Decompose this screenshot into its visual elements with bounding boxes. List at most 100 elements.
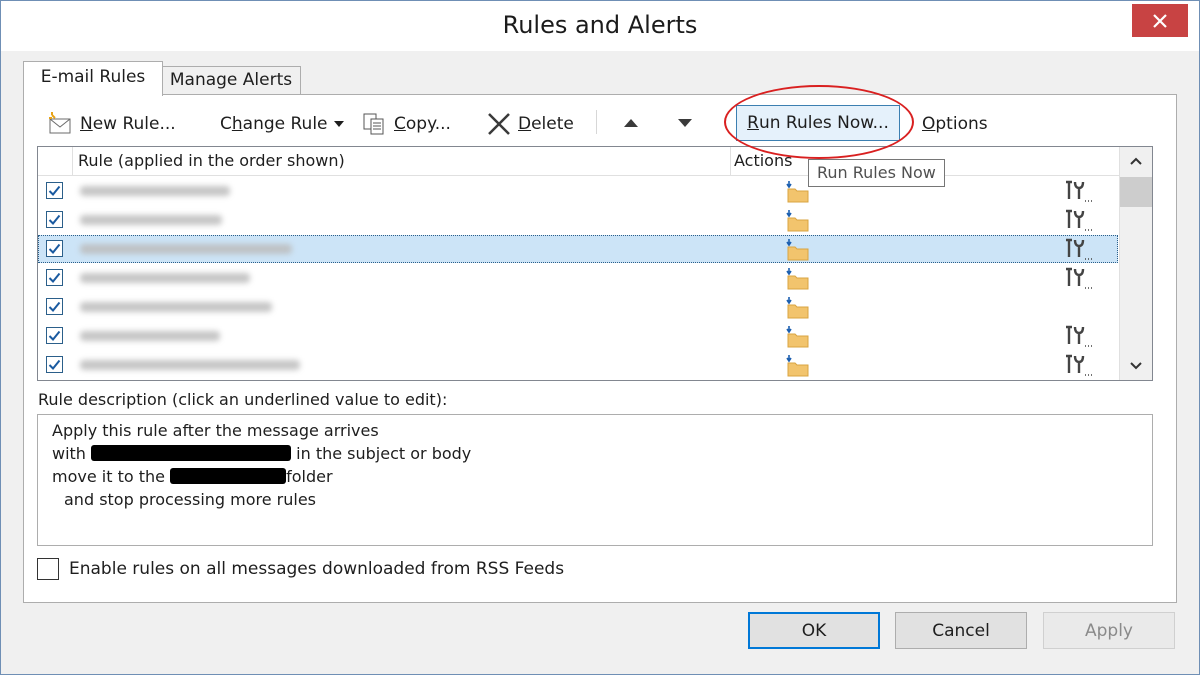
rule-name-obscured — [80, 244, 292, 254]
change-rule-button[interactable]: Ch ange Rule — [220, 108, 346, 140]
redacted-value[interactable] — [91, 445, 292, 461]
options-label: ptions — [935, 114, 988, 134]
options-button[interactable]: Options — [922, 108, 988, 140]
description-text: folder — [286, 467, 333, 486]
checkmark-icon — [48, 272, 61, 283]
rule-enabled-checkbox[interactable] — [46, 240, 63, 257]
description-line: and stop processing more rules — [64, 490, 317, 509]
close-icon — [1153, 13, 1167, 28]
rule-name-obscured — [80, 215, 222, 225]
new-rule-icon — [49, 112, 71, 134]
rule-name-obscured — [80, 331, 220, 341]
move-down-button[interactable] — [674, 111, 696, 135]
checkmark-icon — [48, 214, 61, 225]
rule-name-obscured — [80, 360, 300, 370]
rule-enabled-checkbox[interactable] — [46, 356, 63, 373]
scroll-down-button[interactable] — [1120, 352, 1152, 380]
description-text: move it to the — [52, 467, 165, 486]
rule-description-label: Rule description (click an underlined va… — [38, 390, 448, 409]
rule-row[interactable] — [38, 206, 1118, 234]
move-to-folder-icon — [784, 238, 812, 262]
rule-row[interactable] — [38, 351, 1118, 379]
rule-description-box: Apply this rule after the message arrive… — [37, 414, 1153, 546]
close-button[interactable] — [1132, 4, 1188, 37]
scroll-thumb[interactable] — [1120, 177, 1152, 207]
rule-tools-icon — [1062, 179, 1094, 205]
rule-row[interactable] — [38, 235, 1118, 263]
checkmark-icon — [48, 301, 61, 312]
run-rules-now-button[interactable]: Run Rules Now... — [736, 105, 900, 141]
copy-label: opy... — [405, 114, 451, 134]
rule-tools-icon — [1062, 266, 1094, 292]
move-to-folder-icon — [784, 354, 812, 378]
description-line: with in the subject or body — [52, 443, 471, 465]
rule-tools-icon — [1062, 353, 1094, 379]
tab-email-rules[interactable]: E-mail Rules — [23, 61, 163, 96]
rule-row[interactable] — [38, 293, 1118, 321]
rule-enabled-checkbox[interactable] — [46, 182, 63, 199]
list-header: Rule (applied in the order shown) Action… — [38, 147, 1120, 176]
description-text: with — [52, 444, 86, 463]
triangle-up-icon — [624, 119, 638, 127]
new-rule-mnemonic: N — [80, 114, 93, 134]
new-rule-button[interactable]: New Rule... — [46, 108, 176, 140]
copy-rule-button[interactable]: Copy... — [362, 108, 451, 140]
ok-button[interactable]: OK — [748, 612, 880, 649]
rule-enabled-checkbox[interactable] — [46, 269, 63, 286]
chevron-down-icon — [1130, 362, 1142, 370]
rule-row[interactable] — [38, 177, 1118, 205]
copy-mnemonic: C — [394, 114, 406, 134]
change-rule-label-a: C — [220, 114, 232, 134]
rules-list[interactable]: Rule (applied in the order shown) Action… — [37, 146, 1153, 381]
delete-rule-button[interactable]: Delete — [486, 108, 574, 140]
rule-row[interactable] — [38, 264, 1118, 292]
change-rule-label-b: ange Rule — [242, 114, 328, 134]
rule-row[interactable] — [38, 322, 1118, 350]
column-header-actions[interactable]: Actions — [734, 147, 792, 175]
move-to-folder-icon — [784, 267, 812, 291]
rss-rules-checkbox[interactable] — [37, 558, 59, 580]
delete-label: elete — [531, 114, 574, 134]
rule-name-obscured — [80, 273, 250, 283]
rule-tools-icon — [1062, 237, 1094, 263]
tab-manage-alerts[interactable]: Manage Alerts — [161, 66, 301, 95]
move-to-folder-icon — [784, 209, 812, 233]
run-rules-tooltip: Run Rules Now — [808, 159, 945, 187]
column-header-rule[interactable]: Rule (applied in the order shown) — [78, 147, 345, 175]
redacted-folder[interactable] — [170, 468, 287, 484]
rss-rules-label: Enable rules on all messages downloaded … — [69, 559, 565, 579]
delete-x-icon — [488, 113, 510, 135]
header-divider — [72, 147, 73, 175]
checkmark-icon — [48, 359, 61, 370]
rule-enabled-checkbox[interactable] — [46, 327, 63, 344]
toolbar-separator — [596, 110, 597, 134]
rule-enabled-checkbox[interactable] — [46, 211, 63, 228]
dropdown-arrow-icon — [333, 121, 344, 127]
change-rule-mnemonic: h — [231, 114, 243, 134]
move-to-folder-icon — [784, 325, 812, 349]
checkmark-icon — [48, 330, 61, 341]
move-up-button[interactable] — [620, 111, 642, 135]
triangle-down-icon — [678, 119, 692, 127]
checkmark-icon — [48, 243, 61, 254]
move-to-folder-icon — [784, 296, 812, 320]
checkmark-icon — [48, 185, 61, 196]
scroll-up-button[interactable] — [1120, 147, 1152, 175]
cancel-button[interactable]: Cancel — [895, 612, 1027, 649]
description-line: move it to the folder — [52, 466, 333, 488]
delete-mnemonic: D — [518, 114, 532, 134]
description-text: in the subject or body — [296, 444, 472, 463]
rule-name-obscured — [80, 186, 230, 196]
rule-enabled-checkbox[interactable] — [46, 298, 63, 315]
new-rule-label: ew Rule... — [92, 114, 176, 134]
vertical-scrollbar[interactable] — [1119, 147, 1152, 380]
chevron-up-icon — [1130, 157, 1142, 165]
options-mnemonic: O — [922, 114, 936, 134]
rule-tools-icon — [1062, 208, 1094, 234]
rule-tools-icon — [1062, 324, 1094, 350]
description-line: Apply this rule after the message arrive… — [52, 421, 379, 440]
copy-icon — [363, 113, 384, 135]
header-divider — [730, 147, 731, 175]
run-rules-mnemonic: R — [747, 113, 759, 133]
apply-button[interactable]: Apply — [1043, 612, 1175, 649]
